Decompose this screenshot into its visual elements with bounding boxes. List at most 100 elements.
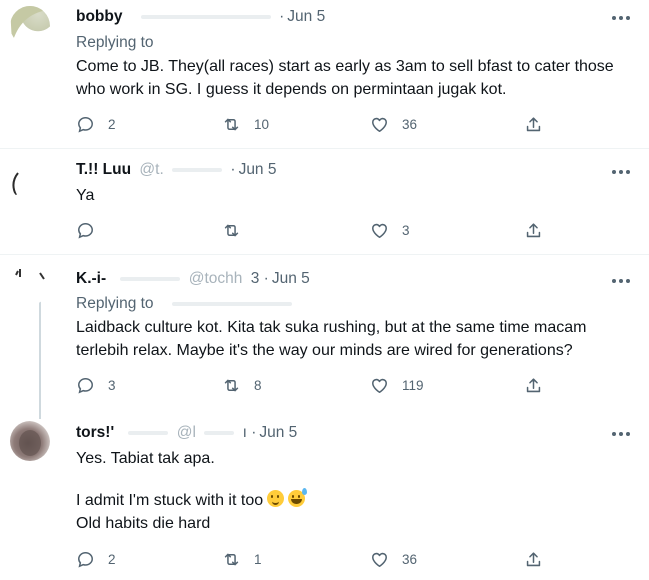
thread-line	[39, 293, 41, 405]
tweet-text: Yes. Tabiat tak apa. I admit I'm stuck w…	[76, 447, 636, 535]
like-button[interactable]: 36	[370, 113, 417, 135]
tweet-header: tors!' @l ı · Jun 5	[76, 424, 298, 441]
redacted-handle	[172, 167, 223, 172]
tweet-text-line: Come to JB. They(all races) start as ear…	[76, 58, 614, 75]
retweet-icon	[224, 553, 239, 565]
tweet-header: K.-i- @tochh 3 · Jun 5	[76, 270, 310, 287]
tweet-header: bobby · Jun 5	[76, 8, 326, 25]
more-icon[interactable]	[611, 12, 631, 22]
tweet-actions: 3 8 119	[76, 374, 546, 396]
share-icon	[526, 551, 541, 566]
retweet-button[interactable]	[222, 219, 254, 241]
redacted-handle	[140, 14, 271, 19]
tweet-date[interactable]: Jun 5	[239, 161, 277, 178]
heart-icon	[372, 378, 387, 393]
redacted-handle	[128, 430, 169, 435]
reply-button[interactable]	[76, 219, 108, 241]
avatar-image	[10, 6, 50, 44]
retweet-button[interactable]: 1	[222, 548, 262, 570]
tweet-text: Come to JB. They(all races) start as ear…	[76, 55, 636, 101]
share-button[interactable]	[524, 548, 543, 570]
reply-button[interactable]: 2	[76, 113, 116, 135]
reply-count: 3	[108, 377, 116, 393]
heart-icon	[372, 223, 387, 238]
reply-count: 2	[108, 116, 116, 132]
tweet-text-line: terlebih relax. Maybe it's the way our m…	[76, 342, 573, 359]
retweet-count: 10	[254, 116, 270, 132]
like-button[interactable]: 36	[370, 548, 417, 570]
retweet-count: 8	[254, 377, 262, 393]
tweet-text: Ya	[76, 184, 636, 207]
tweet-date[interactable]: Jun 5	[287, 8, 325, 25]
avatar-image	[15, 269, 45, 280]
thread-line	[39, 405, 41, 419]
tweet-1[interactable]: bobby · Jun 5 Replying to Come to JB. The…	[0, 0, 649, 148]
avatar-image	[19, 430, 41, 456]
avatar-image	[12, 172, 19, 196]
tweet-3[interactable]: K.-i- @tochh 3 · Jun 5 Replying to Laidba…	[0, 255, 649, 405]
handle[interactable]: @l	[177, 424, 196, 441]
like-count: 36	[402, 116, 418, 132]
reply-button[interactable]: 3	[76, 374, 116, 396]
tweet-actions: 2 1 36	[76, 548, 546, 570]
tweet-text-line: Laidback culture kot. Kita tak suka rush…	[76, 319, 587, 336]
tweet-text-line: who work in SG. I guess it depends on pe…	[76, 81, 507, 98]
more-icon[interactable]	[611, 166, 631, 176]
avatar[interactable]	[10, 6, 50, 46]
display-name[interactable]: T.!! Luu	[76, 161, 131, 178]
share-icon	[526, 222, 541, 237]
share-button[interactable]	[524, 113, 543, 135]
like-count: 3	[402, 222, 410, 238]
tweet-text: Laidback culture kot. Kita tak suka rush…	[76, 316, 636, 362]
retweet-icon	[224, 379, 239, 391]
avatar[interactable]	[10, 161, 50, 201]
share-button[interactable]	[524, 374, 543, 396]
reply-button[interactable]: 2	[76, 548, 116, 570]
avatar[interactable]	[10, 421, 50, 461]
tweet-2[interactable]: T.!! Luu @t. · Jun 5 Ya 3	[0, 149, 649, 254]
display-name[interactable]: K.-i-	[76, 270, 106, 287]
reply-icon	[78, 377, 93, 394]
tweet-text-line: Ya	[76, 187, 95, 204]
tweet-date[interactable]: Jun 5	[272, 270, 310, 287]
tweet-text-line: Old habits die hard	[76, 515, 211, 532]
handle[interactable]: @tochh	[189, 270, 243, 287]
redacted-handle	[204, 430, 235, 435]
like-button[interactable]: 119	[370, 374, 424, 396]
retweet-count: 1	[254, 551, 262, 567]
grinning-sweat-emoji-icon	[288, 488, 308, 507]
redacted-handle	[171, 301, 292, 306]
retweet-icon	[224, 224, 239, 236]
more-icon[interactable]	[611, 275, 631, 285]
tweet-actions: 3	[76, 219, 546, 241]
more-icon[interactable]	[611, 428, 631, 438]
tweet-text-line: I admit I'm stuck with it too	[76, 488, 636, 512]
replying-to: Replying to	[76, 295, 292, 313]
redacted-handle	[120, 276, 181, 281]
handle[interactable]: @t.	[139, 161, 163, 178]
heart-icon	[372, 552, 387, 567]
tweet-header: T.!! Luu @t. · Jun 5	[76, 161, 277, 178]
drooling-face-emoji-icon	[267, 490, 285, 507]
replying-to: Replying to	[76, 34, 154, 51]
display-name[interactable]: tors!'	[76, 424, 114, 441]
display-name[interactable]: bobby	[76, 8, 123, 25]
avatar[interactable]	[10, 265, 50, 305]
tweet-date[interactable]: Jun 5	[259, 424, 297, 441]
like-count: 119	[402, 377, 424, 393]
reply-icon	[78, 116, 93, 133]
retweet-button[interactable]: 8	[222, 374, 262, 396]
share-icon	[526, 116, 541, 131]
share-button[interactable]	[524, 219, 543, 241]
share-icon	[526, 377, 541, 392]
tweet-actions: 2 10 36	[76, 113, 546, 135]
like-button[interactable]: 3	[370, 219, 410, 241]
reply-icon	[78, 551, 93, 568]
like-count: 36	[402, 551, 418, 567]
tweet-text-line: Yes. Tabiat tak apa.	[76, 450, 215, 467]
retweet-button[interactable]: 10	[222, 113, 269, 135]
reply-count: 2	[108, 551, 116, 567]
tweet-4[interactable]: tors!' @l ı · Jun 5 Yes. Tabiat tak apa. …	[0, 405, 649, 580]
reply-icon	[78, 222, 93, 239]
heart-icon	[372, 117, 387, 132]
